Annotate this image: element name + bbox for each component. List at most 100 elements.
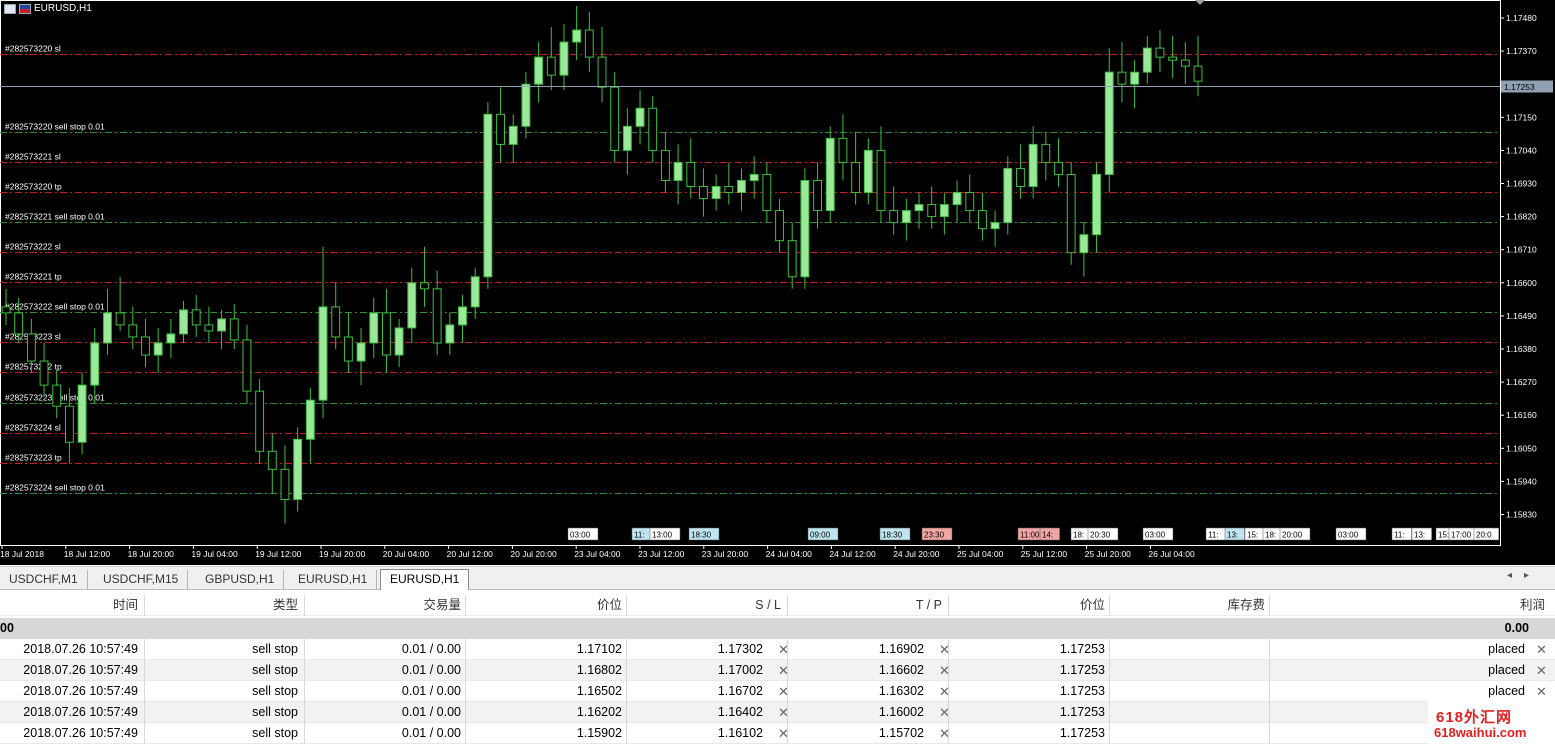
candle-body[interactable] xyxy=(1117,71,1127,85)
candle-body[interactable] xyxy=(1092,173,1101,236)
price-chart[interactable]: EURUSD,H1 #282573220 sl #282573220 sell s… xyxy=(0,0,1555,565)
tab-eurusd-h1[interactable]: EURUSD,H1 xyxy=(289,570,378,589)
tab-gbpusd-h1[interactable]: GBPUSD,H1 xyxy=(196,570,285,589)
candle-body[interactable] xyxy=(1066,173,1076,254)
candle-body[interactable] xyxy=(787,240,797,278)
cancel-order-icon[interactable]: ✕ xyxy=(1536,681,1547,702)
candle-body[interactable] xyxy=(394,327,404,356)
candle-body[interactable] xyxy=(77,384,87,443)
candle-body[interactable] xyxy=(838,137,848,163)
candle-body[interactable] xyxy=(965,192,975,212)
table-row[interactable]: 2018.07.26 10:57:49 sell stop 0.01 / 0.00 1… xyxy=(0,660,1555,681)
tab-scroll-right-icon[interactable]: ▸ xyxy=(1524,570,1541,581)
candle-body[interactable] xyxy=(597,56,607,88)
remove-tp-icon[interactable]: ✕ xyxy=(939,702,950,723)
candle-body[interactable] xyxy=(305,399,315,440)
candle-body[interactable] xyxy=(939,204,949,218)
candle-body[interactable] xyxy=(103,312,112,344)
candle-body[interactable] xyxy=(52,384,62,407)
candle-body[interactable] xyxy=(901,210,911,224)
candle-body[interactable] xyxy=(26,333,36,362)
candle-body[interactable] xyxy=(914,204,924,212)
candle-body[interactable] xyxy=(610,86,620,151)
candle-body[interactable] xyxy=(1142,47,1152,73)
candle-body[interactable] xyxy=(927,204,937,218)
candle-body[interactable] xyxy=(622,125,632,151)
cancel-order-icon[interactable]: ✕ xyxy=(1536,639,1547,660)
candle-body[interactable] xyxy=(876,149,886,212)
candle-body[interactable] xyxy=(775,210,784,242)
candle-body[interactable] xyxy=(381,312,391,356)
col-price[interactable]: 价位 xyxy=(466,595,627,616)
candle-body[interactable] xyxy=(737,179,746,194)
candle-body[interactable] xyxy=(1104,71,1114,175)
candle-body[interactable] xyxy=(534,56,544,85)
candle-body[interactable] xyxy=(242,339,252,392)
candle-body[interactable] xyxy=(648,107,658,151)
candle-body[interactable] xyxy=(1028,143,1038,188)
col-volume[interactable]: 交易量 xyxy=(305,595,466,616)
candle-body[interactable] xyxy=(559,41,569,76)
candle-body[interactable] xyxy=(483,113,493,278)
candle-body[interactable] xyxy=(217,318,227,332)
table-row[interactable]: 2018.07.26 10:57:49 sell stop 0.01 / 0.00 1… xyxy=(0,681,1555,702)
chart-shift-marker[interactable] xyxy=(1195,0,1205,5)
tab-scroll-arrows[interactable]: ◂▸ xyxy=(1507,570,1541,581)
candle-body[interactable] xyxy=(293,438,303,500)
candle-body[interactable] xyxy=(863,149,873,194)
candle-body[interactable] xyxy=(204,324,214,332)
candle-body[interactable] xyxy=(660,149,670,181)
candle-body[interactable] xyxy=(166,333,176,344)
candle-body[interactable] xyxy=(673,161,683,181)
chart-window-icon[interactable] xyxy=(4,3,16,14)
candle-body[interactable] xyxy=(369,312,379,344)
candle-body[interactable] xyxy=(1,306,11,314)
candle-body[interactable] xyxy=(90,342,100,386)
col-time[interactable]: 时间 xyxy=(0,595,145,616)
candle-body[interactable] xyxy=(1054,161,1063,175)
candle-body[interactable] xyxy=(1168,56,1178,61)
candle-body[interactable] xyxy=(813,179,823,212)
col-swap[interactable]: 库存费 xyxy=(1110,595,1270,616)
candle-body[interactable] xyxy=(331,306,341,338)
candle-body[interactable] xyxy=(496,113,505,145)
candle-body[interactable] xyxy=(14,312,24,335)
tab-usdchf-m15[interactable]: USDCHF,M15 xyxy=(94,570,189,589)
candle-body[interactable] xyxy=(851,161,861,194)
chart-canvas[interactable]: #282573220 sl #282573220 sell stop 0.01 #2… xyxy=(0,0,1555,565)
candle-body[interactable] xyxy=(420,282,429,290)
tab-eurusd-h1-active[interactable]: EURUSD,H1 xyxy=(380,569,470,590)
candle-body[interactable] xyxy=(318,306,328,401)
col-tp[interactable]: T / P xyxy=(788,595,949,616)
remove-sl-icon[interactable]: ✕ xyxy=(778,681,789,702)
candle-body[interactable] xyxy=(1079,234,1089,254)
candle-body[interactable] xyxy=(977,210,987,230)
col-sl[interactable]: S / L xyxy=(627,595,788,616)
candle-body[interactable] xyxy=(1016,167,1025,188)
candle-body[interactable] xyxy=(508,125,518,145)
candle-body[interactable] xyxy=(280,468,290,500)
candle-body[interactable] xyxy=(432,288,442,344)
candle-body[interactable] xyxy=(153,342,163,356)
candle-body[interactable] xyxy=(1041,143,1051,163)
candle-body[interactable] xyxy=(267,450,277,470)
candle-body[interactable] xyxy=(470,276,480,308)
candle-body[interactable] xyxy=(458,306,467,326)
candle-body[interactable] xyxy=(825,137,835,212)
candle-body[interactable] xyxy=(584,29,594,58)
candle-body[interactable] xyxy=(141,336,150,356)
candle-body[interactable] xyxy=(179,309,188,335)
candle-body[interactable] xyxy=(800,179,810,278)
candle-body[interactable] xyxy=(572,29,582,43)
candle-body[interactable] xyxy=(407,282,417,329)
remove-sl-icon[interactable]: ✕ xyxy=(778,660,789,681)
candle-body[interactable] xyxy=(521,83,531,127)
remove-tp-icon[interactable]: ✕ xyxy=(939,639,950,660)
candle-body[interactable] xyxy=(686,161,696,188)
candle-body[interactable] xyxy=(699,186,708,200)
candle-body[interactable] xyxy=(724,186,734,194)
remove-tp-icon[interactable]: ✕ xyxy=(939,723,950,744)
candle-body[interactable] xyxy=(128,324,138,338)
candle-body[interactable] xyxy=(711,186,721,200)
remove-sl-icon[interactable]: ✕ xyxy=(778,723,789,744)
